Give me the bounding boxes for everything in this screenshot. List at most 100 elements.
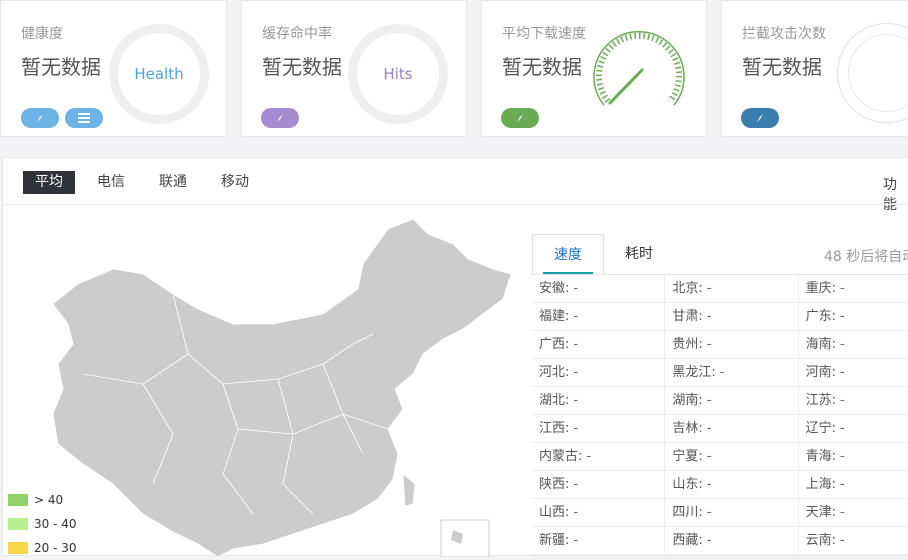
province-cell: 江苏: - — [799, 387, 908, 414]
province-value: - — [573, 393, 579, 408]
province-name: 湖南: — [672, 393, 703, 408]
card-title: 健康度 — [21, 26, 63, 42]
province-name: 甘肃: — [672, 309, 703, 324]
table-row: 山西: - 四川: - 天津: - — [532, 499, 908, 527]
province-name: 广西: — [539, 337, 570, 352]
health-card: 健康度 暂无数据 Health — [0, 0, 227, 137]
table-row: 江西: - 吉林: - 辽宁: - — [532, 415, 908, 443]
province-value: - — [840, 309, 845, 324]
map-legend: > 40 30 - 40 20 - 30 — [8, 488, 77, 560]
province-value: - — [840, 477, 845, 492]
table-row: 湖北: - 湖南: - 江苏: - — [532, 387, 908, 415]
province-name: 四川: — [672, 505, 703, 520]
province-name: 宁夏: — [672, 449, 703, 464]
province-name: 内蒙古: — [539, 449, 583, 464]
tab-mobile[interactable]: 移动 — [209, 171, 261, 194]
province-cell: 广西: - — [532, 331, 666, 358]
compass-button[interactable] — [21, 108, 59, 128]
stats-panel: 速度 耗时 48 秒后将自动 安徽: - 北京: - 重庆: - 福建: - 甘肃: - 广东: - 广… — [532, 234, 908, 557]
province-value: - — [706, 393, 712, 408]
province-cell: 辽宁: - — [799, 415, 908, 442]
province-name: 山西: — [539, 505, 570, 520]
province-cell: 重庆: - — [799, 275, 908, 302]
menu-icon — [78, 113, 90, 123]
province-name: 云南: — [805, 533, 837, 548]
province-value: - — [840, 337, 845, 352]
compass-button[interactable] — [261, 108, 299, 128]
tab-speed[interactable]: 速度 — [532, 234, 604, 274]
menu-button[interactable] — [65, 108, 103, 128]
compass-button[interactable] — [501, 108, 539, 128]
province-cell: 青海: - — [799, 443, 908, 470]
province-value: - — [573, 281, 579, 296]
legend-item: 20 - 30 — [8, 536, 77, 560]
province-cell: 海南: - — [799, 331, 908, 358]
province-value: - — [573, 309, 579, 324]
refresh-countdown: 48 秒后将自动 — [824, 249, 908, 265]
province-name: 江苏: — [805, 393, 837, 408]
table-row: 陕西: - 山东: - 上海: - — [532, 471, 908, 499]
province-value: - — [573, 477, 579, 492]
speed-card: 平均下载速度 暂无数据 — [481, 0, 707, 137]
table-row: 安徽: - 北京: - 重庆: - — [532, 275, 908, 303]
province-cell: 内蒙古: - — [532, 443, 666, 470]
province-cell: 山西: - — [532, 499, 666, 526]
province-cell: 河南: - — [799, 359, 908, 386]
attack-card: 拦截攻击次数 暂无数据 — [721, 0, 908, 137]
ring-label: Health — [134, 65, 184, 83]
province-name: 河南: — [805, 365, 837, 380]
province-value: - — [573, 533, 579, 548]
province-cell: 湖南: - — [665, 387, 799, 414]
card-value: 暂无数据 — [742, 55, 822, 79]
table-row: 广西: - 贵州: - 海南: - — [532, 331, 908, 359]
province-name: 陕西: — [539, 477, 570, 492]
province-value: - — [573, 337, 579, 352]
province-cell: 黑龙江: - — [665, 359, 799, 386]
province-cell: 贵州: - — [665, 331, 799, 358]
table-row: 福建: - 甘肃: - 广东: - — [532, 303, 908, 331]
compass-button[interactable] — [741, 108, 779, 128]
card-title: 拦截攻击次数 — [742, 26, 826, 42]
divider — [3, 204, 908, 205]
tab-unicom[interactable]: 联通 — [147, 171, 199, 194]
speedometer-icon — [593, 31, 685, 106]
province-cell: 甘肃: - — [665, 303, 799, 330]
compass-icon — [37, 114, 43, 122]
province-value: - — [706, 533, 712, 548]
hits-ring: Hits — [348, 24, 448, 124]
province-cell: 四川: - — [665, 499, 799, 526]
card-title: 缓存命中率 — [262, 26, 332, 42]
card-value: 暂无数据 — [262, 55, 342, 79]
tab-average[interactable]: 平均 — [23, 171, 75, 194]
legend-swatch — [8, 518, 28, 530]
health-ring: Health — [109, 24, 209, 124]
province-name: 西藏: — [672, 533, 703, 548]
province-cell: 西藏: - — [665, 527, 799, 554]
province-value: - — [586, 449, 592, 464]
province-cell: 新疆: - — [532, 527, 666, 554]
province-name: 河北: — [539, 365, 570, 380]
tab-telecom[interactable]: 电信 — [85, 171, 137, 194]
province-name: 广东: — [805, 309, 837, 324]
ring-label: Hits — [383, 65, 413, 83]
table-row: 河北: - 黑龙江: - 河南: - — [532, 359, 908, 387]
province-name: 新疆: — [539, 533, 570, 548]
province-name: 海南: — [805, 337, 837, 352]
province-cell: 广东: - — [799, 303, 908, 330]
province-name: 贵州: — [672, 337, 703, 352]
province-cell: 湖北: - — [532, 387, 666, 414]
tab-latency[interactable]: 耗时 — [612, 234, 666, 274]
card-title: 平均下载速度 — [502, 26, 586, 42]
card-value: 暂无数据 — [502, 55, 582, 79]
province-name: 北京: — [672, 281, 703, 296]
province-value: - — [840, 449, 845, 464]
function-link[interactable]: 功能 — [883, 174, 908, 214]
province-value: - — [840, 365, 845, 380]
province-value: - — [706, 449, 712, 464]
province-name: 重庆: — [805, 281, 837, 296]
province-cell: 宁夏: - — [665, 443, 799, 470]
province-cell: 上海: - — [799, 471, 908, 498]
province-cell: 福建: - — [532, 303, 666, 330]
table-row: 新疆: - 西藏: - 云南: - — [532, 527, 908, 555]
province-value: - — [573, 421, 579, 436]
